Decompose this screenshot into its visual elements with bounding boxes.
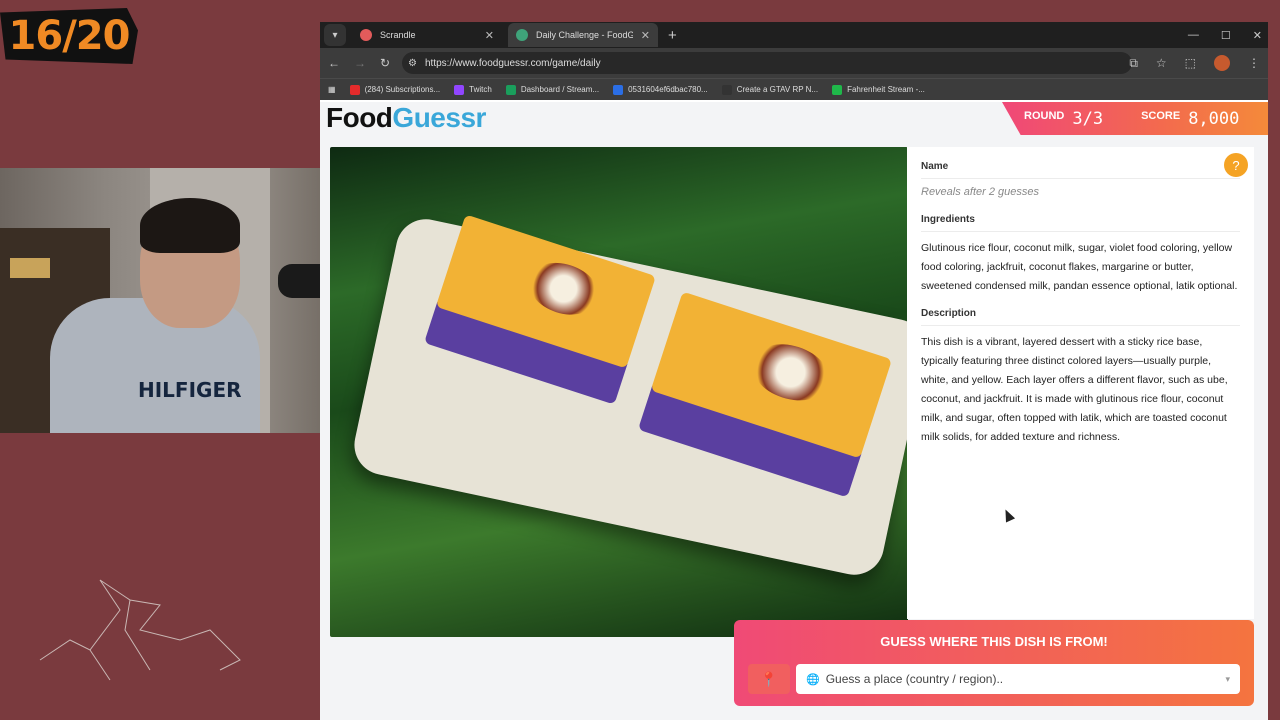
logo-guessr: Guessr <box>392 102 486 133</box>
dish-info-panel: ? Name Reveals after 2 guesses Ingredien… <box>907 147 1254 619</box>
bookmark-youtube[interactable]: (284) Subscriptions... <box>349 84 441 95</box>
forward-icon[interactable]: → <box>354 56 366 70</box>
counter-text: 16/20 <box>8 13 131 59</box>
reload-icon[interactable]: ↻ <box>380 56 390 70</box>
description-text: This dish is a vibrant, layered dessert … <box>921 336 1228 443</box>
bookmark-label: (284) Subscriptions... <box>364 85 441 94</box>
description-heading: Description <box>921 308 1240 326</box>
tab-title: Scrandle <box>380 30 416 40</box>
bookmarks-bar: ▦ (284) Subscriptions... Twitch Dashboar… <box>320 78 1268 100</box>
ingredients-text: Glutinous rice flour, coconut milk, suga… <box>921 242 1238 292</box>
decorative-doodle <box>39 579 241 681</box>
apps-grid-icon[interactable]: ▦ <box>328 85 336 94</box>
bookmark-label: Dashboard / Stream... <box>520 85 600 94</box>
round-value: 3/3 <box>1072 108 1104 129</box>
new-tab-icon[interactable]: + <box>668 27 677 44</box>
score-banner: ROUND 3/3 SCORE 8,000 <box>1002 102 1268 135</box>
toolbar-actions: ⧉ ☆ ⬚ ⋮ <box>1129 48 1260 78</box>
bookmark-label: Fahrenheit Stream -... <box>847 85 925 94</box>
guess-location-select[interactable]: 🌐 Guess a place (country / region).. ▾ <box>796 664 1240 694</box>
tab-title: Daily Challenge - FoodGuessr | <box>536 30 633 40</box>
address-bar[interactable]: ⚙ https://www.foodguessr.com/game/daily <box>402 52 1132 74</box>
bookmark-star-icon[interactable]: ☆ <box>1156 56 1167 70</box>
bookmark-dashboard[interactable]: Dashboard / Stream... <box>505 84 600 95</box>
bookmark-favicon-icon <box>721 84 732 95</box>
round-label: ROUND <box>1024 109 1065 122</box>
pin-icon: 📍 <box>760 670 778 687</box>
close-tab-icon[interactable]: ✕ <box>485 29 494 42</box>
install-app-icon[interactable]: ⧉ <box>1129 56 1138 71</box>
name-heading: Name <box>921 161 1240 179</box>
guess-panel: GUESS WHERE THIS DISH IS FROM! 📍 🌐 Guess… <box>734 620 1254 706</box>
shelf-lamp <box>10 258 50 278</box>
bookmark-hash[interactable]: 0531604ef6dbac780... <box>613 84 708 95</box>
twitch-icon <box>454 84 465 95</box>
shirt-logo: HILFIGER <box>138 378 242 402</box>
browser-toolbar: ← → ↻ ⚙ https://www.foodguessr.com/game/… <box>320 48 1268 78</box>
globe-icon: 🌐 <box>806 673 820 686</box>
challenge-counter: 16/20 <box>0 8 138 64</box>
bookmark-fahrenheit[interactable]: Fahrenheit Stream -... <box>832 84 925 95</box>
foodguessr-logo[interactable]: FoodGuessr <box>326 102 486 134</box>
ingredients-heading: Ingredients <box>921 214 1240 232</box>
logo-food: Food <box>326 102 393 133</box>
tab-search-icon[interactable]: ▾ <box>324 24 346 46</box>
streamer-hair <box>140 198 240 253</box>
round-indicator: ROUND 3/3 <box>1024 109 1103 129</box>
close-window-icon[interactable]: ✕ <box>1253 29 1262 42</box>
game-page: FoodGuessr ROUND 3/3 SCORE 8,000 ? Name <box>320 102 1268 720</box>
bookmark-gtav[interactable]: Create a GTAV RP N... <box>721 84 819 95</box>
webcam-feed: HILFIGER <box>0 168 352 433</box>
bookmark-twitch[interactable]: Twitch <box>454 84 492 95</box>
bookmark-label: Create a GTAV RP N... <box>736 85 819 94</box>
guess-placeholder: Guess a place (country / region).. <box>825 672 1004 686</box>
map-pin-button[interactable]: 📍 <box>748 664 790 694</box>
extensions-icon[interactable]: ⬚ <box>1185 56 1196 70</box>
minimize-icon[interactable]: — <box>1188 29 1199 41</box>
browser-window: ▾ Scrandle ✕ Daily Challenge - FoodGuess… <box>320 22 1268 720</box>
kick-icon <box>832 84 843 95</box>
url-text: https://www.foodguessr.com/game/daily <box>424 57 601 69</box>
maximize-icon[interactable]: ☐ <box>1221 29 1231 42</box>
youtube-icon <box>349 84 360 95</box>
tab-foodguessr[interactable]: Daily Challenge - FoodGuessr | ✕ <box>508 23 658 47</box>
site-info-icon[interactable]: ⚙ <box>408 58 417 69</box>
scrandle-favicon-icon <box>360 29 372 41</box>
score-indicator: SCORE 8,000 <box>1141 109 1239 129</box>
window-controls: — ☐ ✕ <box>1188 22 1262 48</box>
foodguessr-favicon-icon <box>516 29 528 41</box>
more-menu-icon[interactable]: ⋮ <box>1248 56 1260 70</box>
score-value: 8,000 <box>1188 108 1240 129</box>
tab-scrandle[interactable]: Scrandle ✕ <box>352 23 502 47</box>
close-tab-icon[interactable]: ✕ <box>641 29 650 42</box>
dish-photo <box>330 147 908 637</box>
name-reveal-hint: Reveals after 2 guesses <box>921 186 1040 198</box>
bookmark-favicon-icon <box>613 84 624 95</box>
score-label: SCORE <box>1141 109 1181 122</box>
chevron-down-icon: ▾ <box>1225 673 1230 684</box>
tab-strip: ▾ Scrandle ✕ Daily Challenge - FoodGuess… <box>320 22 1268 48</box>
bookmark-label: Twitch <box>469 85 492 94</box>
dashboard-icon <box>505 84 516 95</box>
help-icon[interactable]: ? <box>1224 153 1248 177</box>
profile-avatar[interactable] <box>1214 55 1230 71</box>
bookmark-label: 0531604ef6dbac780... <box>628 85 708 94</box>
back-icon[interactable]: ← <box>328 56 340 70</box>
guess-heading: GUESS WHERE THIS DISH IS FROM! <box>880 634 1108 649</box>
